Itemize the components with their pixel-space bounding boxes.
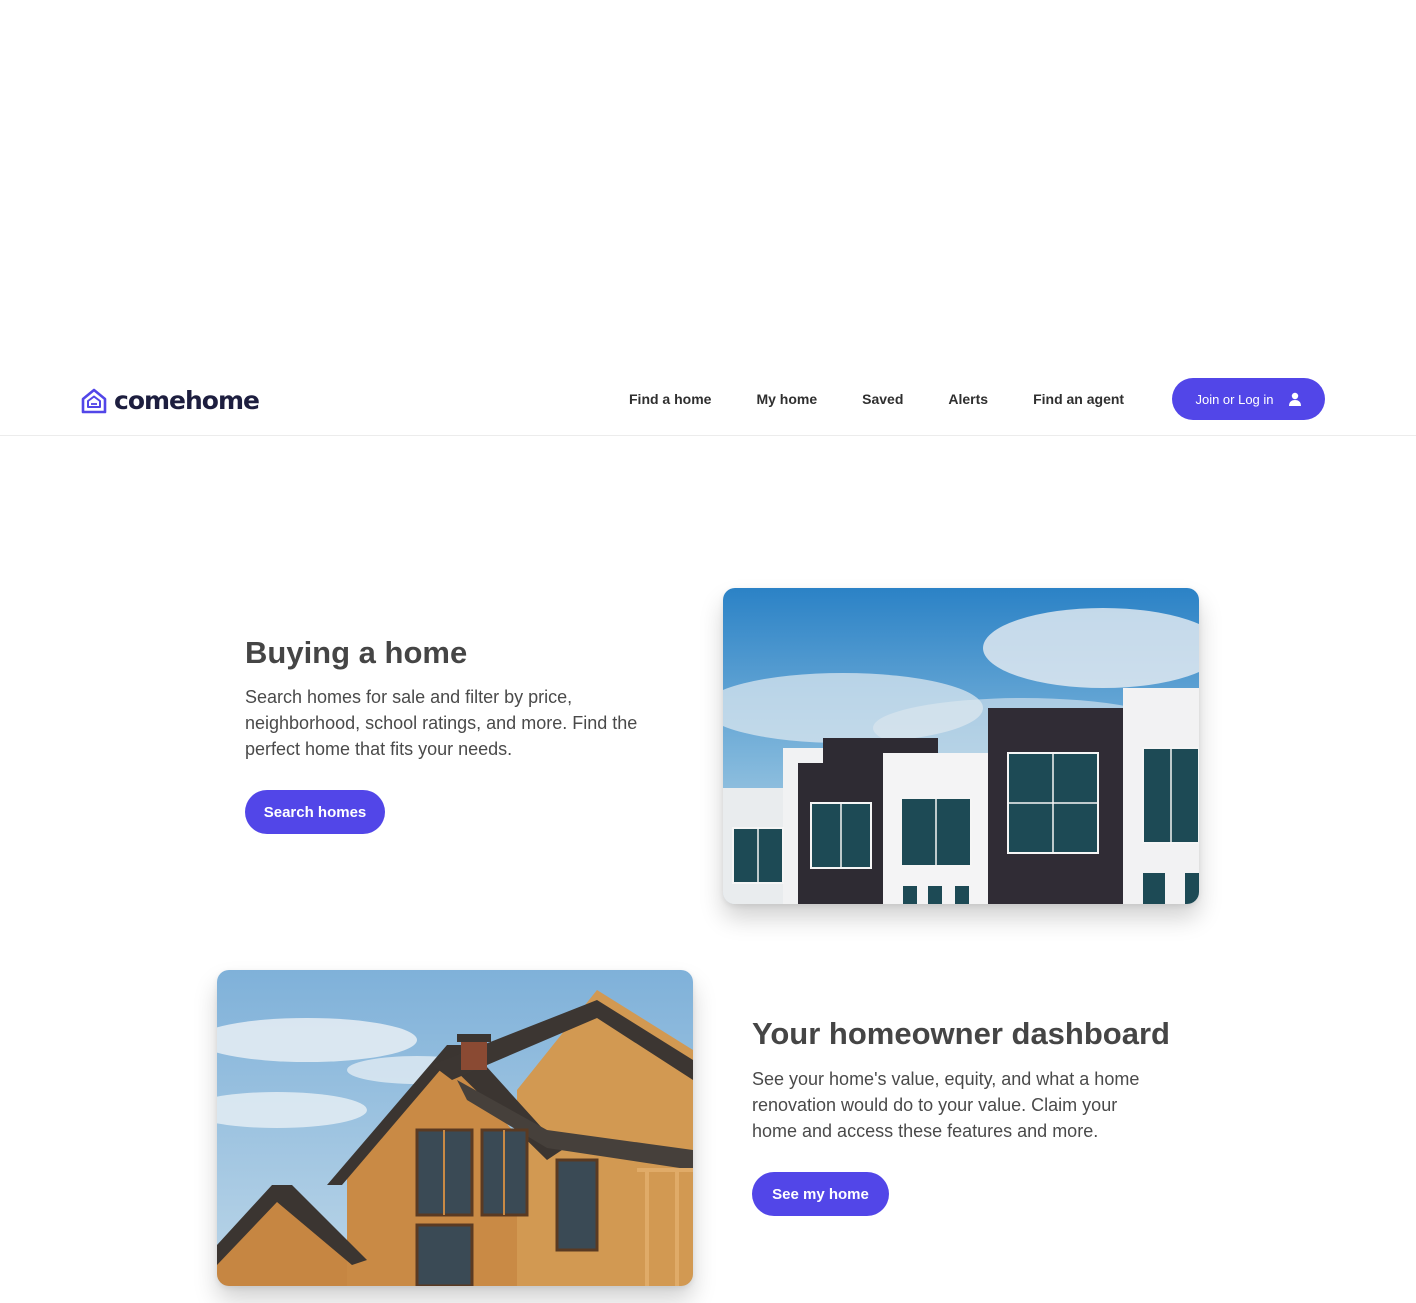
- comehome-logo[interactable]: comehome: [80, 386, 260, 415]
- buying-home-description: Search homes for sale and filter by pric…: [245, 687, 638, 759]
- logo-text: comehome: [114, 386, 260, 415]
- nav-find-a-home[interactable]: Find a home: [629, 391, 711, 407]
- nav-alerts[interactable]: Alerts: [948, 391, 988, 407]
- user-icon: [1288, 392, 1301, 406]
- join-or-login-button[interactable]: Join or Log in: [1172, 378, 1325, 420]
- townhouse-photo: [723, 588, 1199, 904]
- buying-home-title: Buying a home: [245, 635, 468, 670]
- search-homes-button[interactable]: Search homes: [245, 790, 385, 834]
- main-nav: Find a home My home Saved Alerts Find an…: [629, 391, 1124, 407]
- nav-my-home[interactable]: My home: [756, 391, 817, 407]
- nav-find-an-agent[interactable]: Find an agent: [1033, 391, 1124, 407]
- house-logo-icon: [81, 388, 107, 414]
- wooden-house-photo: [217, 970, 693, 1286]
- login-label: Join or Log in: [1195, 391, 1274, 407]
- homeowner-dashboard-description: See your home's value, equity, and what …: [752, 1069, 1140, 1141]
- nav-saved[interactable]: Saved: [862, 391, 903, 407]
- site-header: comehome Find a home My home Saved Alert…: [0, 362, 1416, 436]
- see-my-home-button[interactable]: See my home: [752, 1172, 889, 1216]
- homeowner-dashboard-title: Your homeowner dashboard: [752, 1016, 1170, 1051]
